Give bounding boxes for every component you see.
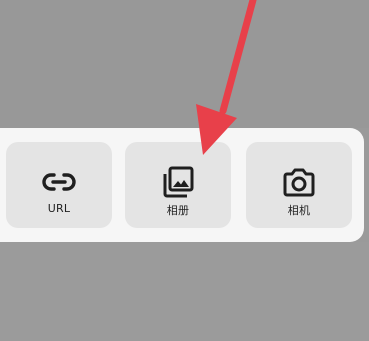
album-option-button[interactable]: 相册 xyxy=(125,142,231,228)
album-option-label: 相册 xyxy=(166,204,190,217)
link-icon xyxy=(42,173,76,191)
camera-option-button[interactable]: 相机 xyxy=(246,142,352,228)
dim-overlay-top xyxy=(0,0,369,128)
album-icon xyxy=(163,166,194,198)
url-option-label: URL xyxy=(47,202,71,215)
camera-icon xyxy=(283,168,315,197)
camera-option-label: 相机 xyxy=(287,204,311,217)
upload-source-sheet: URL 相册 相机 xyxy=(0,128,364,242)
dim-overlay-bottom xyxy=(0,242,369,341)
url-option-button[interactable]: URL xyxy=(6,142,112,228)
